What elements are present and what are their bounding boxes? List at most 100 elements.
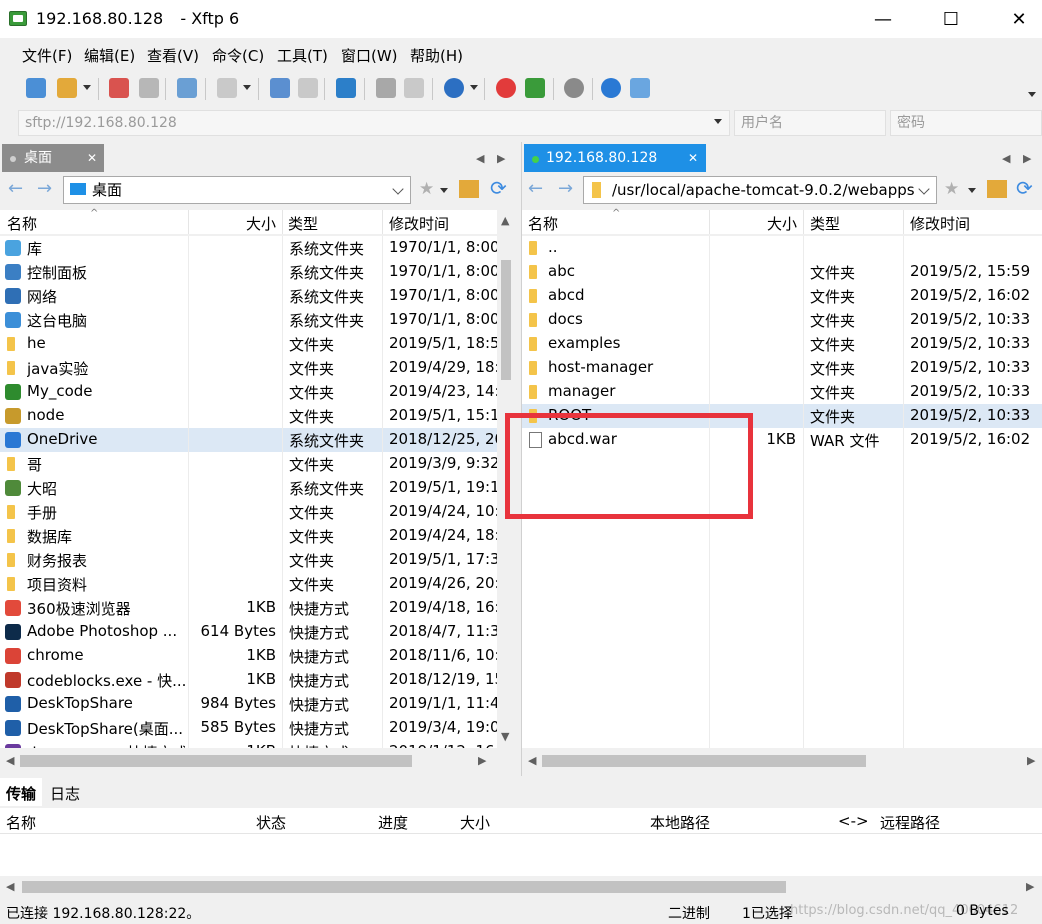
open-folder-icon[interactable]: [57, 78, 77, 98]
toolbar-overflow-icon[interactable]: [1028, 92, 1036, 97]
left-col-modified[interactable]: 修改时间: [389, 213, 449, 234]
url-input[interactable]: sftp://192.168.80.128: [18, 110, 730, 136]
transfer-col-direction[interactable]: <->: [838, 812, 869, 830]
tab-scroll-right-icon[interactable]: ▶: [497, 152, 505, 165]
tab-close-icon[interactable]: ✕: [688, 144, 698, 172]
file-row[interactable]: 大昭 系统文件夹 2019/5/1, 19:1: [0, 476, 497, 500]
play-dropdown-icon[interactable]: [243, 85, 251, 90]
file-row[interactable]: abcd 文件夹 2019/5/2, 16:02: [522, 284, 1042, 308]
tab-scroll-left-icon[interactable]: ◀: [476, 152, 484, 165]
transfer-col-remote-path[interactable]: 远程路径: [880, 812, 940, 833]
file-row[interactable]: node 文件夹 2019/5/1, 15:1: [0, 404, 497, 428]
left-horizontal-scrollbar[interactable]: ◀ ▶: [0, 750, 497, 772]
maximize-button[interactable]: ☐: [928, 0, 974, 38]
open-dropdown-icon[interactable]: [83, 85, 91, 90]
scroll-right-icon[interactable]: ▶: [478, 754, 486, 767]
file-row[interactable]: DeskTopShare(桌面... 585 Bytes 快捷方式 2019/3/4,…: [0, 716, 497, 740]
column-divider[interactable]: [709, 210, 710, 234]
right-col-modified[interactable]: 修改时间: [910, 213, 970, 234]
file-row[interactable]: ..: [522, 236, 1042, 260]
right-horizontal-scrollbar[interactable]: ◀ ▶: [522, 750, 1042, 772]
play-icon[interactable]: [217, 78, 237, 98]
left-vscroll-thumb[interactable]: [501, 260, 511, 380]
file-row[interactable]: My_code 文件夹 2019/4/23, 14:: [0, 380, 497, 404]
home-icon[interactable]: [459, 180, 479, 198]
properties-icon[interactable]: [177, 78, 197, 98]
scroll-left-icon[interactable]: ◀: [6, 880, 14, 893]
favorite-star-icon[interactable]: ★: [419, 179, 434, 199]
tab-scroll-right-icon[interactable]: ▶: [1023, 152, 1031, 165]
column-divider[interactable]: [282, 210, 283, 234]
home-icon[interactable]: [987, 180, 1007, 198]
file-row[interactable]: 网络 系统文件夹 1970/1/1, 8:00: [0, 284, 497, 308]
transfer-horizontal-scrollbar[interactable]: ◀ ▶: [0, 876, 1042, 898]
scroll-left-icon[interactable]: ◀: [528, 754, 536, 767]
url-dropdown-icon[interactable]: [714, 119, 722, 124]
scroll-up-icon[interactable]: ▲: [501, 214, 509, 227]
xftp-icon[interactable]: [525, 78, 545, 98]
menu-window[interactable]: 窗口(W): [341, 45, 398, 66]
left-path-combo[interactable]: 桌面: [63, 176, 411, 204]
file-row[interactable]: abc 文件夹 2019/5/2, 15:59: [522, 260, 1042, 284]
sync-icon[interactable]: [336, 78, 356, 98]
left-col-name[interactable]: 名称: [7, 213, 37, 234]
scroll-right-icon[interactable]: ▶: [1026, 880, 1034, 893]
menu-edit[interactable]: 编辑(E): [84, 45, 135, 66]
tab-remote-host[interactable]: 192.168.80.128 ✕: [524, 144, 706, 172]
file-row[interactable]: 财务报表 文件夹 2019/5/1, 17:3: [0, 548, 497, 572]
back-icon[interactable]: ←: [8, 178, 23, 199]
scroll-left-icon[interactable]: ◀: [6, 754, 14, 767]
right-col-name[interactable]: 名称: [528, 213, 558, 234]
menu-view[interactable]: 查看(V): [147, 45, 199, 66]
globe-icon[interactable]: [444, 78, 464, 98]
menu-help[interactable]: 帮助(H): [410, 45, 463, 66]
file-row[interactable]: examples 文件夹 2019/5/2, 10:33: [522, 332, 1042, 356]
left-col-type[interactable]: 类型: [288, 213, 318, 234]
settings-gear-icon[interactable]: [564, 78, 584, 98]
path-dropdown-icon[interactable]: [918, 183, 930, 195]
help-icon[interactable]: [601, 78, 621, 98]
tab-transfer[interactable]: 传输: [0, 778, 42, 806]
password-input[interactable]: 密码: [890, 110, 1042, 136]
download-icon[interactable]: [298, 78, 318, 98]
tab-close-icon[interactable]: ✕: [87, 144, 97, 172]
menu-file[interactable]: 文件(F): [22, 45, 72, 66]
transfer-col-local-path[interactable]: 本地路径: [650, 812, 710, 833]
path-dropdown-icon[interactable]: [392, 183, 404, 195]
tab-desktop[interactable]: 桌面 ✕: [2, 144, 104, 172]
column-divider[interactable]: [382, 210, 383, 234]
refresh-icon[interactable]: ⟳: [490, 176, 507, 200]
forward-icon[interactable]: →: [37, 178, 52, 199]
file-row[interactable]: 库 系统文件夹 1970/1/1, 8:00: [0, 236, 497, 260]
file-row[interactable]: manager 文件夹 2019/5/2, 10:33: [522, 380, 1042, 404]
new-session-icon[interactable]: [26, 78, 46, 98]
file-row[interactable]: 这台电脑 系统文件夹 1970/1/1, 8:00: [0, 308, 497, 332]
tab-log[interactable]: 日志: [50, 783, 80, 804]
menu-tools[interactable]: 工具(T): [277, 45, 328, 66]
chat-icon[interactable]: [630, 78, 650, 98]
left-col-size[interactable]: 大小: [246, 213, 276, 234]
file-row[interactable]: host-manager 文件夹 2019/5/2, 10:33: [522, 356, 1042, 380]
back-icon[interactable]: ←: [528, 178, 543, 199]
paste-icon[interactable]: [404, 78, 424, 98]
xshell-icon[interactable]: [496, 78, 516, 98]
file-row[interactable]: Adobe Photoshop ... 614 Bytes 快捷方式 2018/4/7…: [0, 620, 497, 644]
globe-dropdown-icon[interactable]: [470, 85, 478, 90]
file-row[interactable]: codeblocks.exe - 快... 1KB 快捷方式 2018/12/19, …: [0, 668, 497, 692]
transfer-col-status[interactable]: 状态: [256, 812, 286, 833]
file-row[interactable]: DeskTopShare 984 Bytes 快捷方式 2019/1/1, 11:4: [0, 692, 497, 716]
transfer-col-size[interactable]: 大小: [460, 812, 490, 833]
file-row[interactable]: chrome 1KB 快捷方式 2018/11/6, 10:: [0, 644, 497, 668]
upload-icon[interactable]: [270, 78, 290, 98]
favorite-star-icon[interactable]: ★: [944, 179, 959, 199]
copy-icon[interactable]: [376, 78, 396, 98]
link-icon[interactable]: [139, 78, 159, 98]
favorite-dropdown-icon[interactable]: [968, 188, 976, 193]
tab-scroll-left-icon[interactable]: ◀: [1002, 152, 1010, 165]
column-divider[interactable]: [188, 210, 189, 234]
disconnect-icon[interactable]: [109, 78, 129, 98]
file-row[interactable]: he 文件夹 2019/5/1, 18:5: [0, 332, 497, 356]
transfer-hscroll-thumb[interactable]: [22, 881, 786, 893]
file-row[interactable]: 项目资料 文件夹 2019/4/26, 20:: [0, 572, 497, 596]
file-row[interactable]: 控制面板 系统文件夹 1970/1/1, 8:00: [0, 260, 497, 284]
